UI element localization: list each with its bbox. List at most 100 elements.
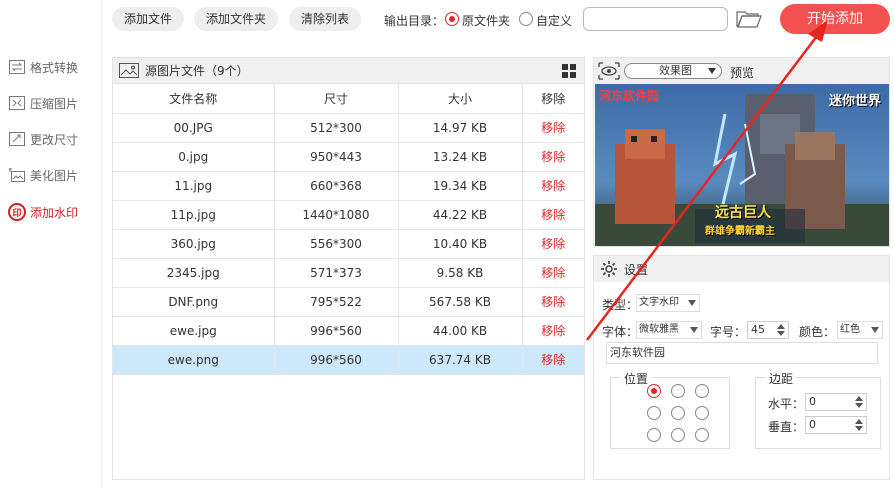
table-row[interactable]: 00.JPG 512*300 14.97 KB 移除	[113, 113, 584, 143]
remove-link[interactable]: 移除	[522, 258, 584, 288]
vertical-margin-stepper[interactable]: 0	[805, 416, 867, 434]
fontsize-label: 字号：	[710, 325, 747, 339]
radio-custom[interactable]	[519, 12, 533, 26]
folder-open-icon[interactable]	[736, 9, 762, 29]
remove-link[interactable]: 移除	[522, 287, 584, 317]
radio-original-folder[interactable]	[445, 12, 459, 26]
remove-link[interactable]: 移除	[522, 316, 584, 346]
table-row[interactable]: 2345.jpg 571*373 9.58 KB 移除	[113, 258, 584, 288]
remove-link[interactable]: 移除	[522, 200, 584, 230]
cell-dimensions: 950*443	[274, 142, 399, 172]
cell-filename: 00.JPG	[113, 113, 275, 143]
preview-image: 河东软件园 迷你世界 远古巨人 群雄争霸新霸主	[595, 84, 889, 246]
preview-panel: 效果图 预览 河东软件园 迷你世界 远古巨人 群雄争霸新霸主	[593, 57, 890, 247]
cell-dimensions: 996*560	[274, 345, 399, 375]
sidebar-item-compress[interactable]: 压缩图片	[8, 93, 78, 113]
increment-icon[interactable]	[777, 324, 785, 329]
sidebar-item-label: 美化图片	[30, 168, 79, 183]
cell-dimensions: 996*560	[274, 316, 399, 346]
banner-subtitle: 群雄争霸新霸主	[705, 226, 775, 237]
table-row[interactable]: DNF.png 795*522 567.58 KB 移除	[113, 287, 584, 317]
horizontal-label: 水平：	[768, 397, 805, 411]
table-row[interactable]: 11p.jpg 1440*1080 44.22 KB 移除	[113, 200, 584, 230]
sidebar-item-beautify[interactable]: 美化图片	[8, 165, 78, 185]
cell-dimensions: 660*368	[274, 171, 399, 201]
output-path-input[interactable]	[583, 7, 728, 31]
position-middle-right[interactable]	[695, 406, 709, 420]
margin-group: 边距 水平： 0 垂直： 0	[755, 370, 881, 449]
remove-link[interactable]: 移除	[522, 345, 584, 375]
position-top-left[interactable]	[647, 384, 661, 398]
position-top-center[interactable]	[671, 384, 685, 398]
sidebar-item-label: 压缩图片	[30, 96, 79, 111]
position-bottom-right[interactable]	[695, 428, 709, 442]
position-bottom-center[interactable]	[671, 428, 685, 442]
file-table: 文件名称 尺寸 大小 移除 00.JPG 512*300 14.97 KB 移除 0.…	[113, 84, 584, 375]
decrement-icon[interactable]	[855, 426, 863, 431]
clear-list-button[interactable]: 清除列表	[289, 7, 362, 31]
col-filesize[interactable]: 大小	[398, 84, 523, 114]
position-label: 位置	[621, 370, 652, 387]
cell-filesize: 19.34 KB	[398, 171, 523, 201]
increment-icon[interactable]	[855, 419, 863, 424]
decrement-icon[interactable]	[855, 403, 863, 408]
color-select[interactable]: 红色	[837, 321, 883, 339]
cell-filename: ewe.png	[113, 345, 275, 375]
remove-link[interactable]: 移除	[522, 142, 584, 172]
col-filename[interactable]: 文件名称	[113, 84, 275, 114]
beautify-icon	[8, 167, 26, 183]
preview-label: 预览	[730, 66, 755, 80]
table-row[interactable]: ewe.jpg 996*560 44.00 KB 移除	[113, 316, 584, 346]
position-group: 位置	[610, 370, 730, 449]
cell-filename: ewe.jpg	[113, 316, 275, 346]
radio-original-label: 原文件夹	[462, 14, 511, 28]
cell-filesize: 637.74 KB	[398, 345, 523, 375]
increment-icon[interactable]	[855, 396, 863, 401]
decrement-icon[interactable]	[777, 331, 785, 336]
preview-mode-value: 效果图	[659, 64, 692, 77]
position-bottom-left[interactable]	[647, 428, 661, 442]
cell-filesize: 14.97 KB	[398, 113, 523, 143]
sidebar-item-resize[interactable]: 更改尺寸	[8, 129, 78, 149]
table-row-selected[interactable]: ewe.png 996*560 637.74 KB 移除	[113, 345, 584, 375]
source-files-panel: 源图片文件（9个） 文件名称 尺寸 大小 移除 00.JPG 512*300 14.…	[112, 57, 585, 480]
radio-custom-label: 自定义	[536, 14, 573, 28]
vertical-label: 垂直：	[768, 420, 805, 434]
table-row[interactable]: 0.jpg 950*443 13.24 KB 移除	[113, 142, 584, 172]
fontsize-stepper[interactable]: 45	[747, 321, 789, 339]
sidebar-item-watermark[interactable]: 印 添加水印	[8, 202, 78, 222]
type-label: 类型：	[602, 298, 639, 312]
start-add-button[interactable]: 开始添加	[780, 4, 890, 34]
position-middle-left[interactable]	[647, 406, 661, 420]
position-center[interactable]	[671, 406, 685, 420]
col-dimensions[interactable]: 尺寸	[274, 84, 399, 114]
image-icon	[119, 63, 139, 78]
cell-filesize: 10.40 KB	[398, 229, 523, 259]
cell-dimensions: 1440*1080	[274, 200, 399, 230]
settings-header: 设置	[594, 256, 889, 282]
cell-filesize: 9.58 KB	[398, 258, 523, 288]
add-file-button[interactable]: 添加文件	[112, 7, 185, 31]
chevron-down-icon	[690, 327, 698, 333]
preview-mode-select[interactable]: 效果图	[624, 63, 722, 79]
settings-title: 设置	[624, 262, 649, 277]
color-label: 颜色：	[799, 325, 836, 339]
watermark-text-input[interactable]: 河东软件园	[606, 342, 878, 364]
output-dir-label: 输出目录：	[384, 14, 445, 28]
table-row[interactable]: 360.jpg 556*300 10.40 KB 移除	[113, 229, 584, 259]
watermark-type-select[interactable]: 文字水印	[636, 294, 700, 312]
preview-header: 效果图 预览	[594, 58, 889, 84]
position-top-right[interactable]	[695, 384, 709, 398]
remove-link[interactable]: 移除	[522, 229, 584, 259]
remove-link[interactable]: 移除	[522, 171, 584, 201]
grid-view-icon[interactable]	[562, 64, 576, 78]
horizontal-margin-stepper[interactable]: 0	[805, 393, 867, 411]
add-folder-button[interactable]: 添加文件夹	[194, 7, 279, 31]
chevron-down-icon	[871, 327, 879, 333]
remove-link[interactable]: 移除	[522, 113, 584, 143]
game-logo-text: 迷你世界	[828, 94, 881, 109]
table-row[interactable]: 11.jpg 660*368 19.34 KB 移除	[113, 171, 584, 201]
sidebar-item-convert[interactable]: 格式转换	[8, 57, 78, 77]
font-select[interactable]: 微软雅黑	[636, 321, 702, 339]
cell-dimensions: 795*522	[274, 287, 399, 317]
